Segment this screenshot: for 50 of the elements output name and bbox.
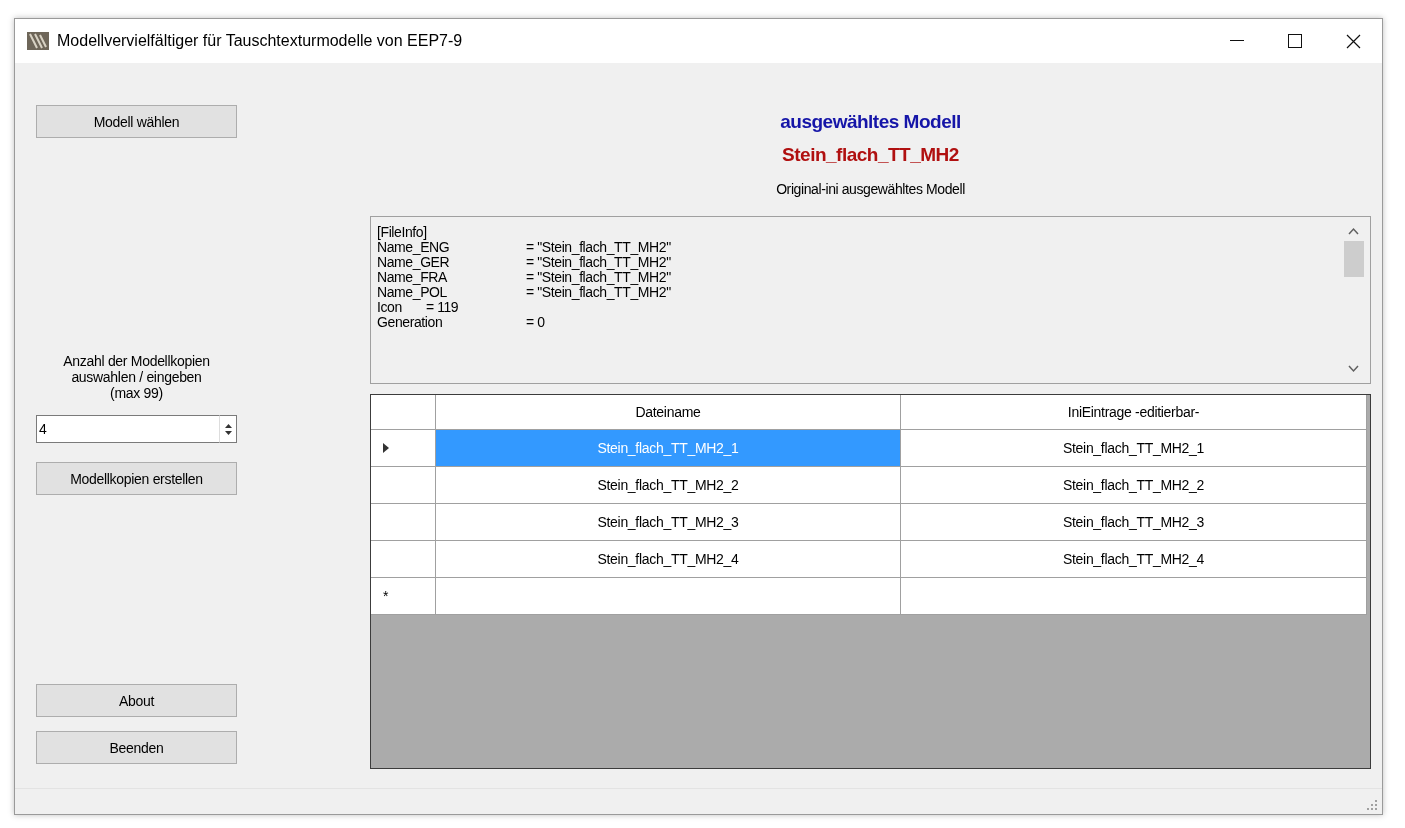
resize-grip-icon[interactable] <box>1367 800 1378 811</box>
table-cell[interactable] <box>901 578 1367 615</box>
ini-caption: Original-ini ausgewähltes Modell <box>775 181 966 197</box>
quit-button[interactable]: Beenden <box>36 731 237 764</box>
ini-key: Name_ENG <box>377 240 526 255</box>
table-cell[interactable]: Stein_flach_TT_MH2_3 <box>901 504 1367 541</box>
table-cell[interactable]: Stein_flach_TT_MH2_2 <box>436 467 901 504</box>
create-copies-button[interactable]: Modellkopien erstellen <box>36 462 237 495</box>
ini-value: = 119 <box>425 300 459 315</box>
ini-value: = 0 <box>526 315 545 330</box>
ini-key: Icon <box>377 300 402 315</box>
column-header[interactable]: IniEintrage -editierbar- <box>901 395 1367 430</box>
ini-line: [FileInfo] <box>377 225 427 240</box>
minimize-icon <box>1230 40 1244 42</box>
scroll-up-icon[interactable] <box>1348 227 1359 235</box>
row-header[interactable] <box>371 430 436 467</box>
copies-label: Anzahl der Modellkopien auswahlen / eingeben (max 99) <box>63 353 210 401</box>
ini-key: Name_POL <box>377 285 526 300</box>
table-cell[interactable] <box>436 578 901 615</box>
maximize-icon <box>1288 34 1302 48</box>
copies-field[interactable]: 4 <box>36 415 219 443</box>
choose-model-button[interactable]: Modell wählen <box>36 105 237 138</box>
row-header[interactable] <box>371 541 436 578</box>
close-icon <box>1345 33 1361 49</box>
ini-key: Name_FRA <box>377 270 526 285</box>
spin-down-icon[interactable] <box>224 430 232 435</box>
spin-buttons[interactable] <box>219 415 237 443</box>
table-cell[interactable]: Stein_flach_TT_MH2_1 <box>901 430 1367 467</box>
table-cell[interactable]: Stein_flach_TT_MH2_3 <box>436 504 901 541</box>
spin-up-icon[interactable] <box>224 423 232 428</box>
scroll-down-icon[interactable] <box>1348 365 1359 373</box>
row-header[interactable] <box>371 467 436 504</box>
selected-model-heading: ausgewähltes Modell <box>779 111 962 133</box>
ini-value: = "Stein_flach_TT_MH2" <box>526 240 671 255</box>
table-cell[interactable]: Stein_flach_TT_MH2_2 <box>901 467 1367 504</box>
table-cell[interactable]: Stein_flach_TT_MH2_4 <box>901 541 1367 578</box>
ini-value: = "Stein_flach_TT_MH2" <box>526 255 671 270</box>
app-icon <box>27 32 49 50</box>
column-header[interactable]: Dateiname <box>436 395 901 430</box>
scrollbar-thumb[interactable] <box>1343 241 1364 277</box>
window-title: Modellvervielfältiger für Tauschtexturmodelle von EEP7-9 <box>57 32 464 50</box>
ini-value: = "Stein_flach_TT_MH2" <box>526 270 671 285</box>
new-row-marker: * <box>383 588 389 604</box>
selected-model-name: Stein_flach_TT_MH2 <box>781 144 960 166</box>
row-header[interactable] <box>371 504 436 541</box>
ini-key: Name_GER <box>377 255 526 270</box>
about-button[interactable]: About <box>36 684 237 717</box>
ini-value: = "Stein_flach_TT_MH2" <box>526 285 671 300</box>
table-cell[interactable]: Stein_flach_TT_MH2_4 <box>436 541 901 578</box>
ini-key: Generation <box>377 315 526 330</box>
